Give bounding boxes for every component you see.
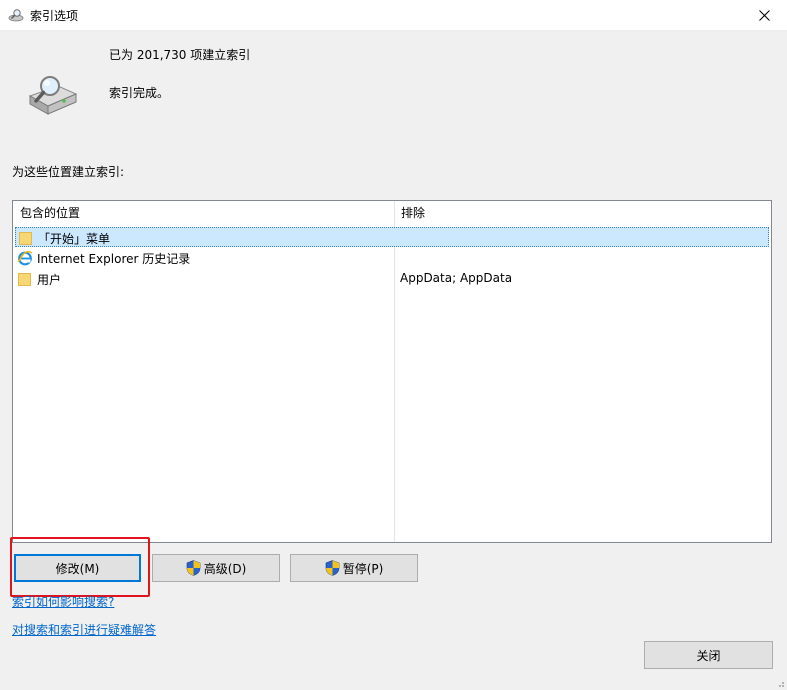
location-name: 用户 [37,273,62,287]
advanced-button[interactable]: 高级(D) [152,554,280,582]
pause-button-label: 暂停(P) [342,561,384,576]
list-row-start-menu[interactable]: 「开始」菜单 [15,227,769,247]
indexing-options-icon [8,9,24,22]
folder-icon [19,232,32,245]
modify-button-label: 修改(M) [55,561,100,576]
indexing-status: 索引完成。 [109,86,170,100]
ie-icon [17,250,33,266]
title-bar: 索引选项 [0,0,787,30]
indexed-locations-list[interactable]: 包含的位置 排除 「开始」菜单 Internet Explorer 历史记录 用… [12,200,772,543]
column-header-excluded[interactable]: 排除 [394,201,771,225]
modify-button[interactable]: 修改(M) [14,554,141,582]
list-row-ie-history[interactable]: Internet Explorer 历史记录 [15,248,769,268]
location-exclusions: AppData; AppData [400,271,513,285]
items-indexed-count: 已为 201,730 项建立索引 [109,48,251,62]
resize-grip-icon[interactable] [775,678,785,688]
window-title: 索引选项 [30,9,79,23]
close-window-button[interactable] [741,0,787,30]
list-row-users[interactable]: 用户 AppData; AppData [15,269,769,289]
locations-label: 为这些位置建立索引: [12,165,125,179]
close-button-label: 关闭 [696,648,721,663]
location-name: Internet Explorer 历史记录 [37,252,191,266]
close-icon [758,9,770,21]
folder-icon [18,273,31,286]
uac-shield-icon [186,560,200,576]
advanced-button-label: 高级(D) [203,561,247,576]
uac-shield-icon [325,560,339,576]
troubleshoot-search-link[interactable]: 对搜索和索引进行疑难解答 [12,621,156,638]
how-indexing-affects-search-link[interactable]: 索引如何影响搜索? [12,593,114,610]
pause-button[interactable]: 暂停(P) [290,554,418,582]
column-header-included[interactable]: 包含的位置 [13,201,394,225]
indexed-drive-icon [28,76,78,115]
close-button[interactable]: 关闭 [644,641,773,669]
location-name: 「开始」菜单 [38,232,111,246]
